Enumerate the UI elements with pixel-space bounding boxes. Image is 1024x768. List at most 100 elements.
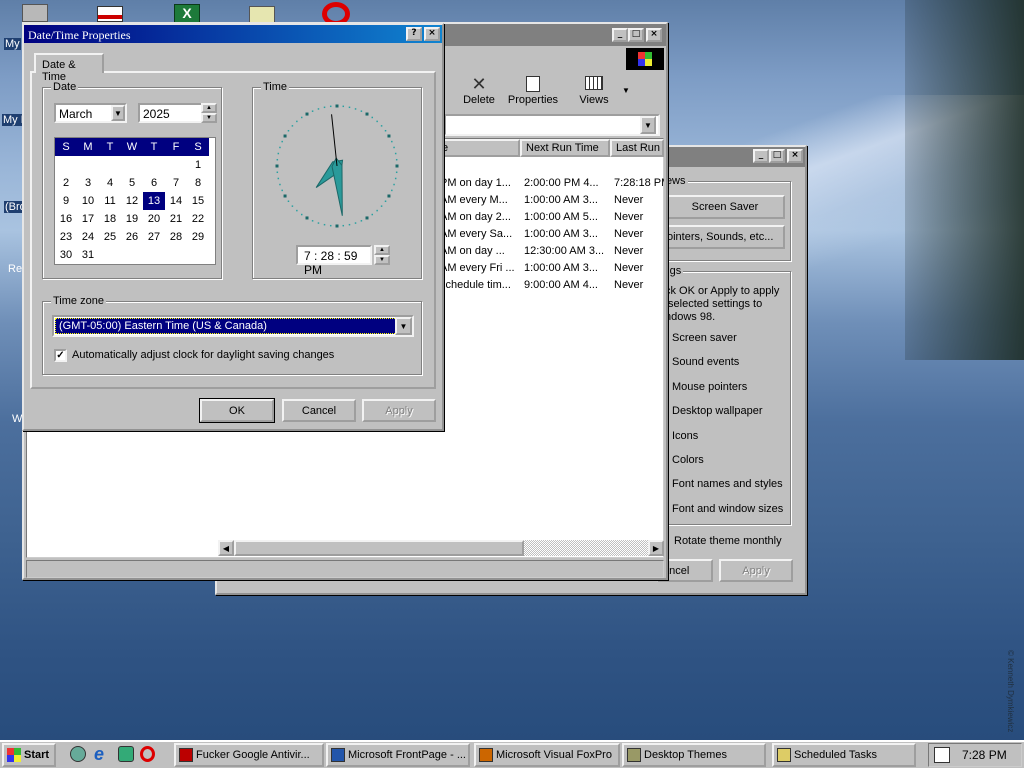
calendar-day[interactable]: 6 — [143, 174, 165, 192]
calendar-day[interactable]: 8 — [187, 174, 209, 192]
calendar-day[interactable]: 5 — [121, 174, 143, 192]
apply-button[interactable]: Apply — [362, 399, 436, 422]
timezone-dropdown-icon[interactable]: ▼ — [395, 317, 412, 335]
calendar-day[interactable]: 12 — [121, 192, 143, 210]
calendar-day[interactable]: 24 — [77, 228, 99, 246]
taskbar-button[interactable]: Microsoft Visual FoxPro — [474, 743, 620, 767]
desktop-icon-mail[interactable] — [97, 6, 123, 22]
task-row-cell[interactable]: AM on day 2... — [440, 211, 511, 223]
tasks-maximize-button[interactable]: □ — [628, 28, 644, 42]
calendar-day[interactable]: 29 — [187, 228, 209, 246]
scheduler-tray-icon[interactable] — [934, 747, 950, 763]
quicklaunch-desktop-icon[interactable] — [70, 746, 86, 762]
theme-setting-item[interactable]: Colors — [672, 454, 704, 466]
calendar-day[interactable]: 28 — [165, 228, 187, 246]
year-down-button[interactable]: ▼ — [201, 113, 217, 123]
taskbar-button[interactable]: Scheduled Tasks — [772, 743, 916, 767]
calendar-day[interactable]: 3 — [77, 174, 99, 192]
calendar-day[interactable]: 30 — [55, 246, 77, 264]
task-row-cell[interactable]: AM on day ... — [440, 245, 505, 257]
scroll-right-button[interactable]: ▶ — [648, 540, 664, 556]
calendar-day[interactable]: 11 — [99, 192, 121, 210]
desktop-icon-excel[interactable]: X — [174, 4, 200, 24]
scroll-left-button[interactable]: ◀ — [218, 540, 234, 556]
calendar-day[interactable]: 26 — [121, 228, 143, 246]
address-dropdown-icon[interactable]: ▼ — [640, 116, 656, 134]
taskbar-button[interactable]: Desktop Themes — [622, 743, 766, 767]
tasks-properties-button[interactable]: Properties — [504, 74, 562, 114]
dst-checkbox[interactable]: ✓ — [54, 349, 67, 362]
calendar-day[interactable]: 19 — [121, 210, 143, 228]
datetime-help-button[interactable]: ? — [406, 27, 422, 41]
cancel-button[interactable]: Cancel — [282, 399, 356, 422]
theme-setting-item[interactable]: Sound events — [672, 356, 739, 368]
year-up-button[interactable]: ▲ — [201, 103, 217, 113]
themes-apply-button[interactable]: Apply — [719, 559, 793, 582]
calendar-day[interactable]: 22 — [187, 210, 209, 228]
themes-close-button[interactable]: × — [787, 149, 803, 163]
tray-clock[interactable]: 7:28 PM — [962, 748, 1007, 762]
datetime-close-button[interactable]: × — [424, 27, 440, 41]
calendar-day[interactable]: 13 — [143, 192, 165, 210]
views-dropdown-icon[interactable]: ▼ — [622, 86, 630, 95]
calendar-day[interactable]: 31 — [77, 246, 99, 264]
calendar-day[interactable]: 10 — [77, 192, 99, 210]
task-row-cell[interactable]: PM on day 1... — [440, 177, 511, 189]
desktop-icon-my-computer[interactable] — [22, 4, 48, 22]
calendar-day[interactable]: 23 — [55, 228, 77, 246]
calendar-day[interactable]: 2 — [55, 174, 77, 192]
task-row-cell[interactable]: AM every Fri ... — [440, 262, 515, 274]
calendar-day[interactable]: 4 — [99, 174, 121, 192]
calendar-day[interactable]: 20 — [143, 210, 165, 228]
tasks-close-button[interactable]: × — [646, 28, 662, 42]
calendar-day[interactable]: 17 — [77, 210, 99, 228]
theme-setting-item[interactable]: Screen saver — [672, 332, 737, 344]
ok-button[interactable]: OK — [199, 398, 275, 423]
screen-saver-button[interactable]: Screen Saver — [665, 195, 785, 219]
theme-setting-item[interactable]: Font names and styles — [672, 478, 783, 490]
scroll-thumb[interactable] — [234, 540, 524, 556]
calendar-day[interactable]: 9 — [55, 192, 77, 210]
calendar[interactable]: S M T W T F S 1 2 3 4 5 6 7 8 9 10 11 12 13 14 15 16 17 18 19 20 21… — [54, 137, 216, 265]
tasks-delete-button[interactable]: ✕ Delete — [454, 74, 504, 114]
col-header-next-run[interactable]: Next Run Time — [520, 139, 610, 157]
task-row-cell[interactable]: AM every M... — [440, 194, 508, 206]
calendar-day[interactable]: 16 — [55, 210, 77, 228]
time-up-button[interactable]: ▲ — [374, 245, 390, 255]
themes-maximize-button[interactable]: □ — [769, 149, 785, 163]
timezone-select[interactable]: (GMT-05:00) Eastern Time (US & Canada) — [52, 315, 414, 337]
pointers-sounds-button[interactable]: ointers, Sounds, etc... — [665, 225, 785, 249]
task-row-cell[interactable]: AM every Sa... — [440, 228, 512, 240]
quicklaunch-channels-icon[interactable] — [118, 746, 134, 762]
year-spinner[interactable]: 2025 — [138, 103, 203, 123]
taskbar-button[interactable]: Microsoft FrontPage - ... — [326, 743, 470, 767]
month-dropdown-icon[interactable]: ▼ — [111, 105, 125, 121]
taskbar-button[interactable]: Fucker Google Antivir... — [174, 743, 324, 767]
themes-minimize-button[interactable]: _ — [753, 149, 769, 163]
theme-setting-item[interactable]: Font and window sizes — [672, 503, 783, 515]
tasks-views-button[interactable]: Views — [566, 74, 622, 114]
col-header-name[interactable]: e — [436, 139, 520, 157]
calendar-day[interactable]: 27 — [143, 228, 165, 246]
time-down-button[interactable]: ▼ — [374, 255, 390, 265]
tasks-minimize-button[interactable]: _ — [612, 28, 628, 42]
tab-date-time[interactable]: Date & Time — [34, 53, 104, 83]
calendar-day[interactable]: 25 — [99, 228, 121, 246]
time-input[interactable]: 7 : 28 : 59 PM — [296, 245, 372, 277]
calendar-day[interactable]: 18 — [99, 210, 121, 228]
calendar-day[interactable]: 21 — [165, 210, 187, 228]
theme-setting-item[interactable]: Desktop wallpaper — [672, 405, 763, 417]
tasks-address-bar[interactable] — [444, 114, 660, 136]
calendar-day[interactable]: 14 — [165, 192, 187, 210]
theme-setting-item[interactable]: Mouse pointers — [672, 381, 747, 393]
tasks-hscrollbar[interactable]: ◀ ▶ — [218, 540, 664, 556]
quicklaunch-ie-icon[interactable]: e — [94, 744, 104, 765]
start-button[interactable]: Start — [2, 743, 56, 767]
quicklaunch-opera-icon[interactable] — [140, 746, 155, 762]
task-row-cell[interactable]: schedule tim... — [440, 279, 511, 291]
calendar-day[interactable]: 15 — [187, 192, 209, 210]
theme-setting-item[interactable]: Icons — [672, 430, 698, 442]
calendar-day[interactable]: 7 — [165, 174, 187, 192]
calendar-day[interactable]: 1 — [187, 156, 209, 174]
col-header-last-run[interactable]: Last Run — [610, 139, 664, 157]
